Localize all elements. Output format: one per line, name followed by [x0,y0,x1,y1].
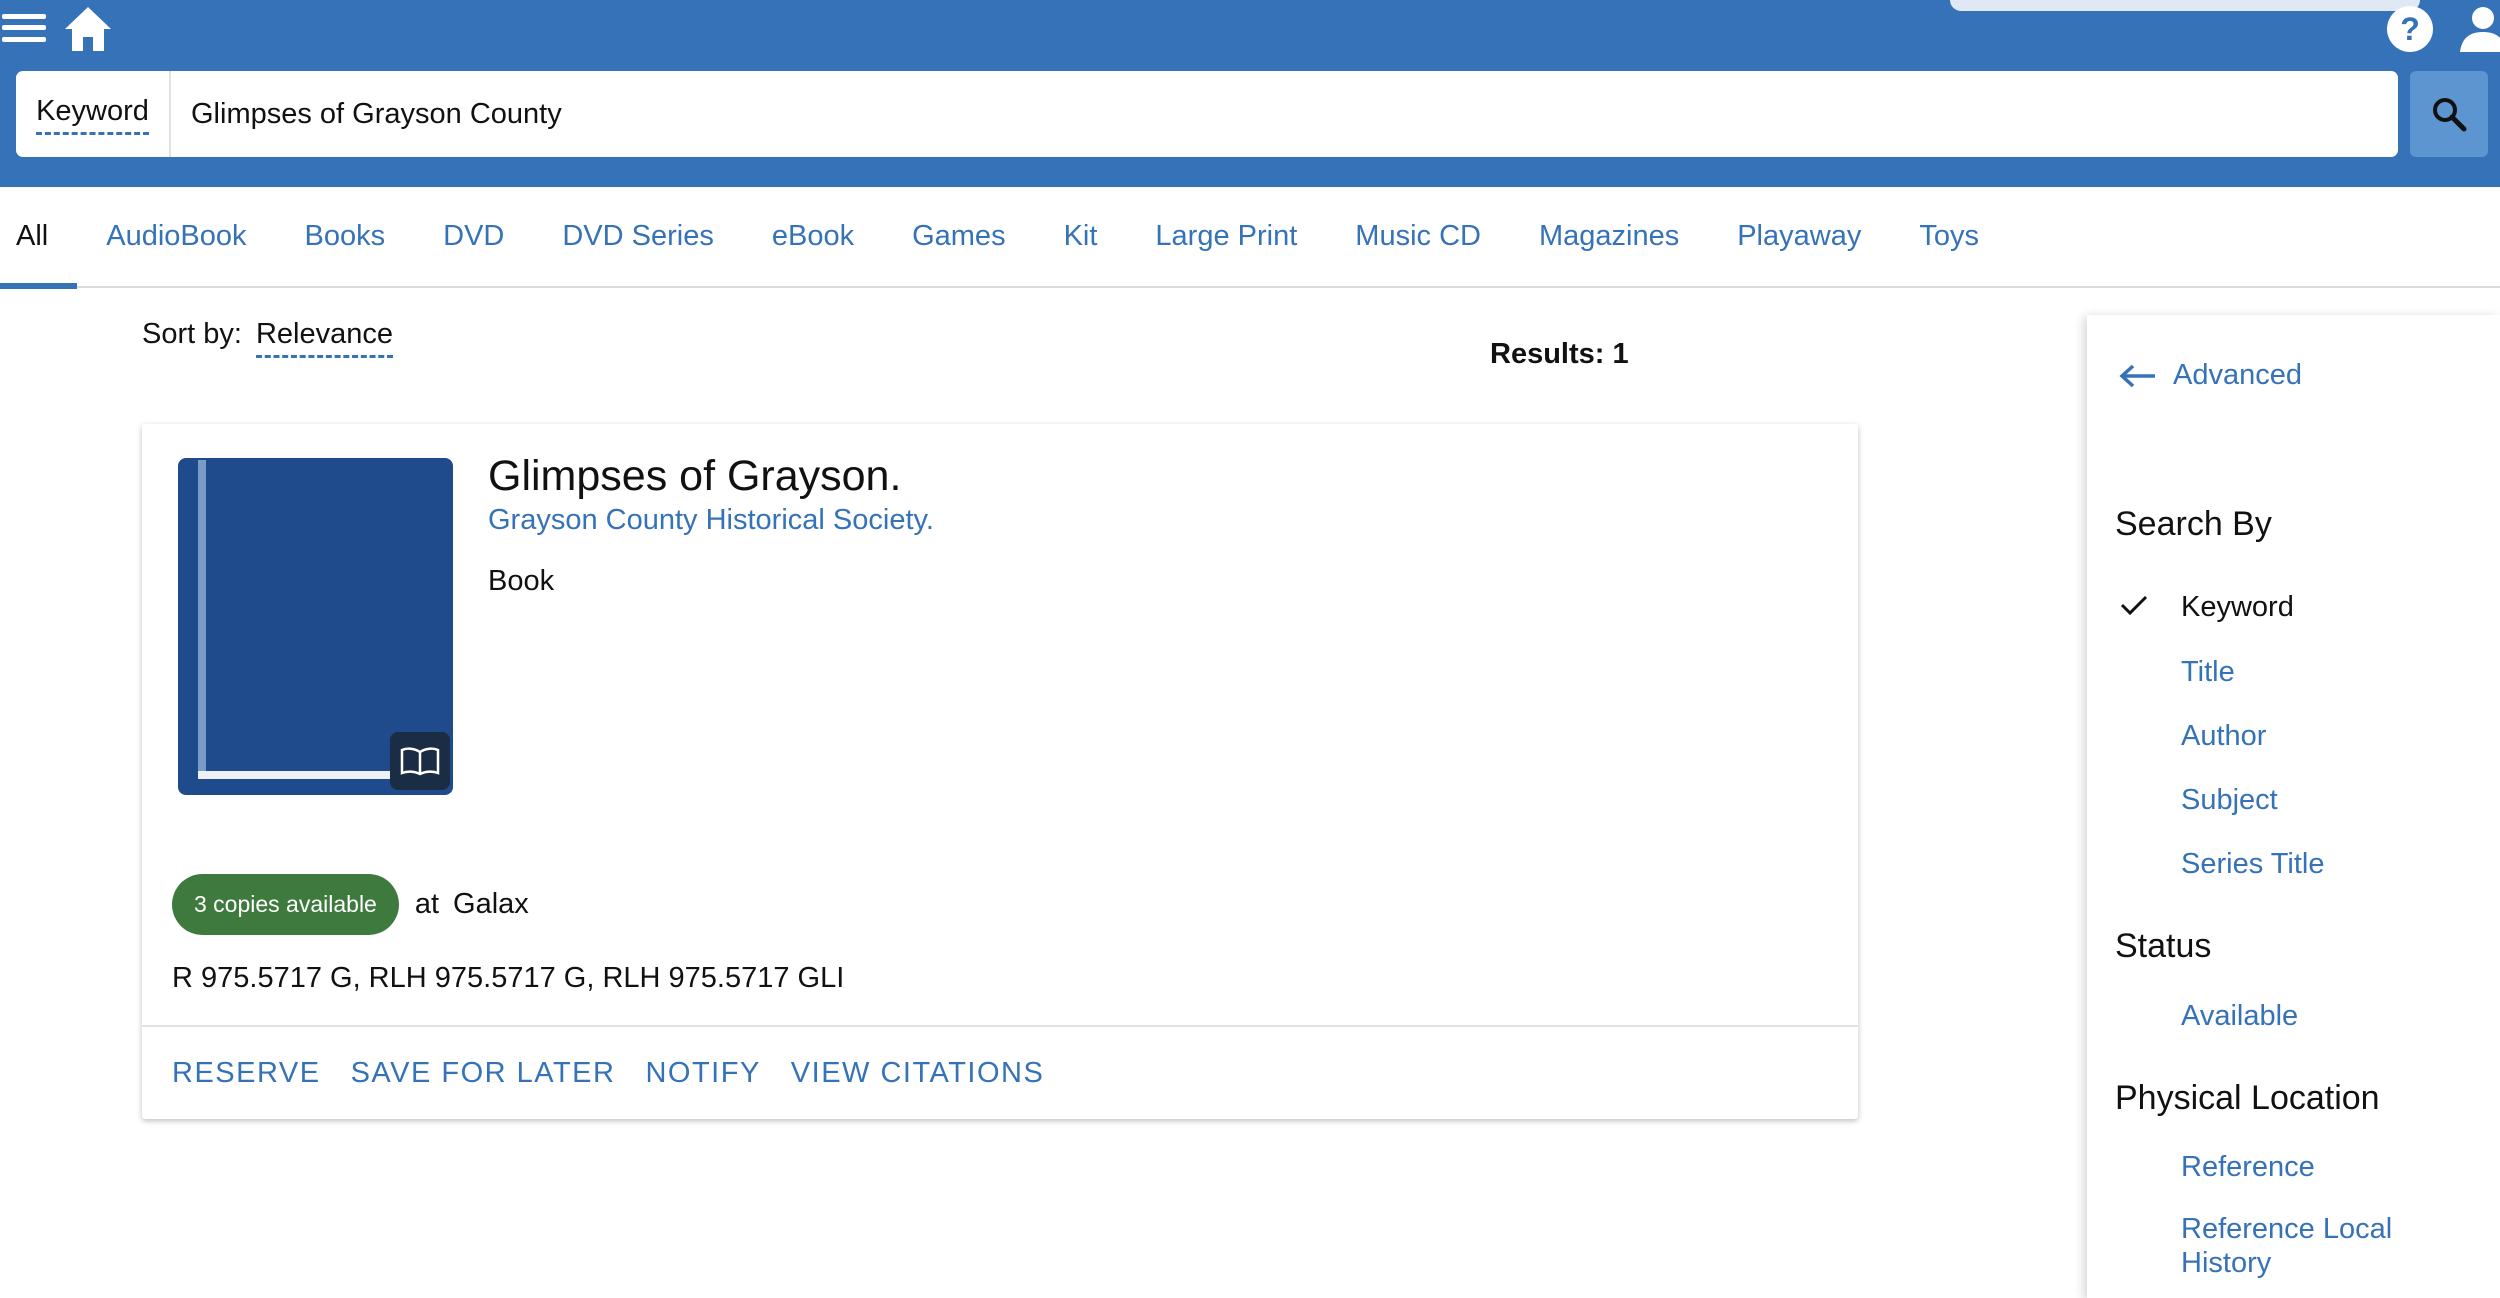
tab-books[interactable]: Books [276,186,415,287]
availability-badge[interactable]: 3 copies available [172,874,399,935]
search-icon [2433,98,2467,132]
reserve-button[interactable]: RESERVE [172,1057,321,1090]
refine-panel: Advanced Search By Keyword Title Author … [2087,315,2500,1298]
search-input[interactable] [171,71,2398,157]
tab-music-cd[interactable]: Music CD [1326,186,1510,287]
advanced-label: Advanced [2173,359,2302,391]
search-by-series-title[interactable]: Series Title [2181,847,2324,881]
status-available[interactable]: Available [2181,999,2298,1033]
status-heading: Status [2115,927,2212,965]
location-reference-local-history[interactable]: Reference Local History [2181,1212,2441,1280]
availability-row: 3 copies available at Galax [172,874,529,935]
location-reference[interactable]: Reference [2181,1150,2315,1184]
tab-magazines[interactable]: Magazines [1510,186,1708,287]
tab-playaway[interactable]: Playaway [1708,186,1890,287]
tab-all[interactable]: All [0,186,78,289]
format-tabs: All AudioBook Books DVD DVD Series eBook… [0,186,2500,289]
advanced-search-link[interactable]: Advanced [2119,359,2302,392]
result-author[interactable]: Grayson County Historical Society. [488,504,934,537]
tab-kit[interactable]: Kit [1035,186,1127,287]
sort-select[interactable]: Relevance [255,318,393,358]
tab-dvd[interactable]: DVD [414,186,533,287]
hamburger-menu-icon[interactable] [2,10,48,46]
card-actions: RESERVE SAVE FOR LATER NOTIFY VIEW CITAT… [142,1025,1858,1119]
search-bar: Keyword [16,71,2398,157]
tab-games[interactable]: Games [883,186,1034,287]
availability-location: Galax [453,888,529,920]
search-by-author[interactable]: Author [2181,719,2266,753]
result-title[interactable]: Glimpses of Grayson. [488,452,901,501]
tab-ebook[interactable]: eBook [743,186,883,287]
tab-dvd-series[interactable]: DVD Series [533,186,743,287]
result-format: Book [488,565,555,597]
call-numbers: R 975.5717 G, RLH 975.5717 G, RLH 975.57… [172,962,845,994]
save-for-later-button[interactable]: SAVE FOR LATER [351,1057,616,1090]
search-by-keyword[interactable]: Keyword [2181,590,2294,624]
search-type-select[interactable]: Keyword [16,71,171,157]
tab-toys[interactable]: Toys [1890,186,2008,287]
svg-text:?: ? [2400,11,2420,47]
notify-button[interactable]: NOTIFY [645,1057,760,1090]
arrow-left-icon [2119,364,2155,387]
physical-location-heading: Physical Location [2115,1079,2380,1117]
tab-large-print[interactable]: Large Print [1126,186,1326,287]
search-by-subject[interactable]: Subject [2181,783,2278,817]
cover-pages [198,771,410,779]
help-icon[interactable]: ? [2385,4,2435,54]
sort-label: Sort by: [142,318,242,350]
search-by-title[interactable]: Title [2181,655,2235,689]
result-card: Glimpses of Grayson. Grayson County Hist… [142,424,1858,1119]
top-strip [1950,0,2420,11]
search-button[interactable] [2410,71,2488,157]
top-bar: ? Keyword [0,0,2500,187]
search-by-heading: Search By [2115,505,2272,543]
view-citations-button[interactable]: VIEW CITATIONS [791,1057,1045,1090]
search-type-label: Keyword [36,94,149,135]
results-count: Results: 1 [1490,338,1629,370]
open-book-icon [390,732,450,790]
availability-at-label: at [414,888,440,920]
home-icon[interactable] [62,4,114,54]
user-account-icon[interactable] [2458,4,2500,54]
sort-control: Sort by: Relevance [142,318,393,358]
check-icon [2120,595,2148,616]
tab-audiobook[interactable]: AudioBook [77,186,275,287]
cover-spine [198,460,206,778]
